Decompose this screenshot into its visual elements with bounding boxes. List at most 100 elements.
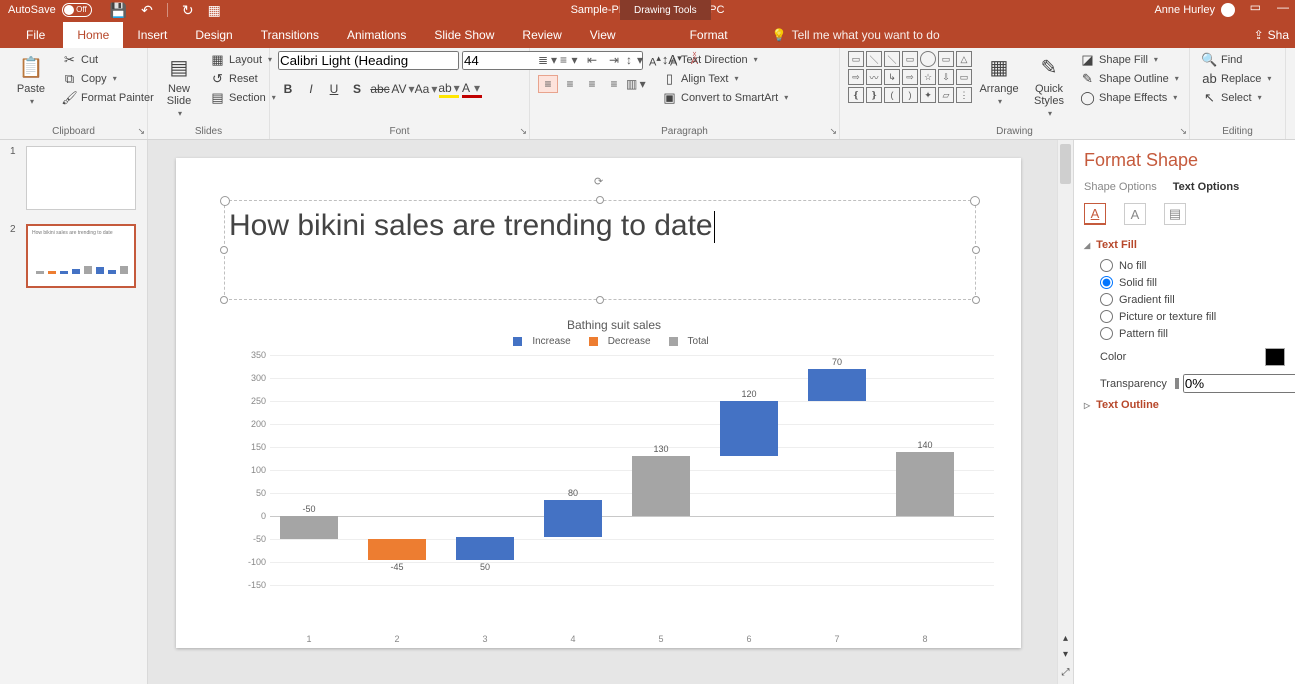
shape-star2[interactable]: ✦ <box>920 87 936 103</box>
resize-handle[interactable] <box>972 296 980 304</box>
textbox-icon[interactable]: ▤ <box>1164 203 1186 225</box>
radio-solid-fill[interactable]: Solid fill <box>1100 276 1285 289</box>
slide-canvas[interactable]: ⟳ How bikini sales are trending to date … <box>176 158 1021 648</box>
clipboard-dialog-launcher[interactable]: ↘ <box>137 126 145 137</box>
resize-handle[interactable] <box>972 246 980 254</box>
ribbon-options-icon[interactable]: ▭ <box>1250 0 1261 14</box>
format-painter-button[interactable]: 🖌Format Painter <box>58 89 158 106</box>
shape-fill-button[interactable]: ◪Shape Fill▾ <box>1076 51 1183 68</box>
bullets-button[interactable]: ≣▾ <box>538 51 558 69</box>
tab-transitions[interactable]: Transitions <box>247 22 333 48</box>
radio-pattern-fill[interactable]: Pattern fill <box>1100 327 1285 340</box>
vertical-scrollbar[interactable]: ▴ ▾ ⤢ <box>1057 140 1073 684</box>
align-right-button[interactable]: ≡ <box>582 75 602 93</box>
new-slide-button[interactable]: ▤ New Slide▾ <box>156 51 202 120</box>
user-name[interactable]: Anne Hurley <box>1154 4 1215 16</box>
section-button[interactable]: ▤Section▾ <box>206 89 280 106</box>
find-button[interactable]: 🔍Find <box>1198 51 1275 68</box>
slide-title-text[interactable]: How bikini sales are trending to date <box>229 209 713 242</box>
font-color-picker[interactable] <box>1265 348 1285 366</box>
shape-brace2[interactable]: ❵ <box>866 87 882 103</box>
chart[interactable]: Bathing suit sales IncreaseDecreaseTotal… <box>234 318 994 618</box>
resize-handle[interactable] <box>220 296 228 304</box>
rotate-handle-icon[interactable]: ⟳ <box>594 175 606 187</box>
shape-oval[interactable] <box>920 51 936 67</box>
font-dialog-launcher[interactable]: ↘ <box>519 126 527 137</box>
fit-slide-button[interactable]: ⤢ <box>1058 667 1073 678</box>
bold-button[interactable]: B <box>278 80 298 98</box>
section-text-outline[interactable]: Text Outline <box>1084 399 1285 411</box>
shape-callout[interactable]: ▱ <box>938 87 954 103</box>
shape-rect2[interactable]: ▭ <box>902 51 918 67</box>
drawing-dialog-launcher[interactable]: ↘ <box>1179 126 1187 137</box>
replace-button[interactable]: abReplace▾ <box>1198 70 1275 87</box>
shape-brace[interactable]: ❴ <box>848 87 864 103</box>
avatar[interactable] <box>1221 3 1235 17</box>
resize-handle[interactable] <box>596 196 604 204</box>
shape-arrow3[interactable]: ⇩ <box>938 69 954 85</box>
undo-icon[interactable]: ↶ <box>141 2 153 19</box>
convert-smartart-button[interactable]: ▣Convert to SmartArt▾ <box>658 89 792 106</box>
radio-picture-fill[interactable]: Picture or texture fill <box>1100 310 1285 323</box>
shape-rect4[interactable]: ▭ <box>956 69 972 85</box>
pane-tab-shape-options[interactable]: Shape Options <box>1084 181 1157 193</box>
underline-button[interactable]: U <box>324 80 344 98</box>
tab-view[interactable]: View <box>576 22 630 48</box>
next-slide-button[interactable]: ▾ <box>1058 649 1073 660</box>
slide-thumbnail-pane[interactable]: 1 2 How bikini sales are trending to dat… <box>0 140 148 684</box>
tab-design[interactable]: Design <box>181 22 246 48</box>
minimize-icon[interactable]: — <box>1277 0 1289 14</box>
radio-no-fill[interactable]: No fill <box>1100 259 1285 272</box>
tab-format[interactable]: Format <box>676 22 742 48</box>
font-name-combo[interactable] <box>278 51 459 70</box>
italic-button[interactable]: I <box>301 80 321 98</box>
shape-rect3[interactable]: ▭ <box>938 51 954 67</box>
resize-handle[interactable] <box>220 246 228 254</box>
transparency-input[interactable] <box>1183 374 1295 393</box>
font-color-button[interactable]: A▾ <box>462 80 482 98</box>
paragraph-dialog-launcher[interactable]: ↘ <box>829 126 837 137</box>
text-effects-icon[interactable]: A <box>1124 203 1146 225</box>
numbering-button[interactable]: ≡▾ <box>560 51 580 69</box>
arrange-button[interactable]: ▦ Arrange▾ <box>976 51 1022 108</box>
reset-button[interactable]: ↺Reset <box>206 70 280 87</box>
shape-outline-button[interactable]: ✎Shape Outline▾ <box>1076 70 1183 87</box>
scroll-thumb[interactable] <box>1060 144 1071 184</box>
line-spacing-button[interactable]: ↕▾ <box>626 51 646 69</box>
tell-me-search[interactable]: 💡 Tell me what you want to do <box>772 22 940 48</box>
paste-button[interactable]: 📋 Paste▾ <box>8 51 54 108</box>
tab-review[interactable]: Review <box>508 22 575 48</box>
shape-curve[interactable]: 〰 <box>866 69 882 85</box>
prev-slide-button[interactable]: ▴ <box>1058 633 1073 644</box>
shape-paren2[interactable]: ) <box>902 87 918 103</box>
slide-thumbnail-1[interactable] <box>26 146 136 210</box>
copy-button[interactable]: ⧉Copy▾ <box>58 70 158 87</box>
start-from-beginning-icon[interactable]: ▦ <box>208 2 221 19</box>
shape-arrow2[interactable]: ⇨ <box>902 69 918 85</box>
shadow-button[interactable]: S <box>347 80 367 98</box>
columns-button[interactable]: ▥▾ <box>626 75 646 93</box>
shape-paren[interactable]: ( <box>884 87 900 103</box>
increase-indent-button[interactable]: ⇥ <box>604 51 624 69</box>
shape-line2[interactable]: ＼ <box>884 51 900 67</box>
decrease-indent-button[interactable]: ⇤ <box>582 51 602 69</box>
shape-arrow[interactable]: ⇨ <box>848 69 864 85</box>
shape-tri[interactable]: △ <box>956 51 972 67</box>
quick-styles-button[interactable]: ✎ Quick Styles▾ <box>1026 51 1072 120</box>
title-textbox[interactable]: ⟳ How bikini sales are trending to date <box>224 200 976 300</box>
slide-thumbnail-2[interactable]: How bikini sales are trending to date <box>26 224 136 288</box>
save-icon[interactable]: 💾 <box>110 2 127 19</box>
resize-handle[interactable] <box>596 296 604 304</box>
shape-line[interactable]: ＼ <box>866 51 882 67</box>
align-center-button[interactable]: ≡ <box>560 75 580 93</box>
radio-gradient-fill[interactable]: Gradient fill <box>1100 293 1285 306</box>
shape-star[interactable]: ☆ <box>920 69 936 85</box>
redo-icon[interactable]: ↻ <box>182 2 194 19</box>
tab-file[interactable]: File <box>8 22 63 48</box>
layout-button[interactable]: ▦Layout▾ <box>206 51 280 68</box>
shape-conn[interactable]: ↳ <box>884 69 900 85</box>
pane-tab-text-options[interactable]: Text Options <box>1173 181 1239 193</box>
tab-home[interactable]: Home <box>63 22 123 48</box>
align-text-button[interactable]: ▯Align Text▾ <box>658 70 792 87</box>
strike-button[interactable]: abc <box>370 80 390 98</box>
